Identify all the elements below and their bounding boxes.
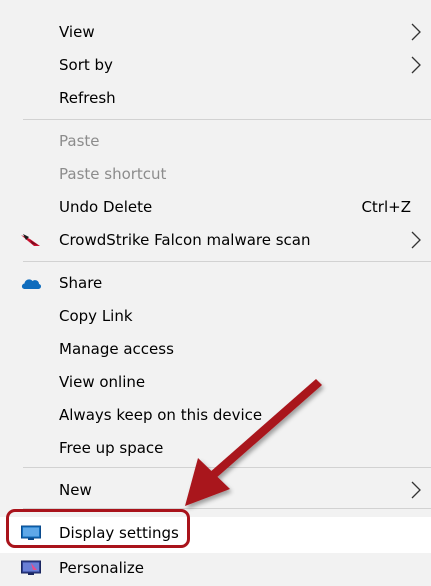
menu-item-label: View online (59, 372, 146, 391)
menu-item-label: Refresh (59, 88, 116, 107)
menu-item-label: Sort by (59, 55, 113, 74)
menu-item-undo-delete[interactable]: Undo Delete Ctrl+Z (0, 190, 431, 223)
chevron-right-icon (411, 481, 421, 498)
menu-item-view-online[interactable]: View online (0, 365, 431, 398)
menu-item-sort-by[interactable]: Sort by (0, 48, 431, 81)
chevron-right-icon (411, 231, 421, 248)
menu-item-label: Undo Delete (59, 197, 153, 216)
menu-item-refresh[interactable]: Refresh (0, 81, 431, 114)
menu-item-crowdstrike-scan[interactable]: CrowdStrike Falcon malware scan (0, 223, 431, 256)
menu-item-new[interactable]: New (0, 473, 431, 506)
menu-separator (23, 467, 431, 468)
menu-item-paste-shortcut: Paste shortcut (0, 157, 431, 190)
menu-item-paste: Paste (0, 124, 431, 157)
menu-item-personalize[interactable]: Personalize (0, 551, 431, 584)
menu-item-label: Share (59, 273, 103, 292)
menu-item-label: New (59, 480, 92, 499)
chevron-right-icon (411, 23, 421, 40)
menu-item-label: Personalize (59, 558, 145, 577)
menu-item-label: Always keep on this device (59, 405, 263, 424)
menu-item-label: CrowdStrike Falcon malware scan (59, 230, 311, 249)
chevron-right-icon (411, 56, 421, 73)
menu-item-copy-link[interactable]: Copy Link (0, 299, 431, 332)
menu-item-label: Paste (59, 131, 100, 150)
menu-item-label: View (59, 22, 95, 41)
menu-separator (23, 119, 431, 120)
menu-item-label: Copy Link (59, 306, 133, 325)
menu-item-share[interactable]: Share (0, 266, 431, 299)
menu-item-always-keep[interactable]: Always keep on this device (0, 398, 431, 431)
menu-separator (23, 261, 431, 262)
menu-item-label: Manage access (59, 339, 174, 358)
context-menu: View Sort by Refresh Paste Paste shortcu… (0, 0, 431, 586)
menu-item-view[interactable]: View (0, 15, 431, 48)
menu-item-label: Paste shortcut (59, 164, 167, 183)
onedrive-cloud-icon (21, 278, 42, 289)
falcon-icon (21, 233, 40, 246)
menu-item-manage-access[interactable]: Manage access (0, 332, 431, 365)
menu-item-free-up-space[interactable]: Free up space (0, 431, 431, 464)
personalize-icon (21, 560, 41, 575)
menu-item-shortcut: Ctrl+Z (361, 197, 411, 216)
menu-item-label: Free up space (59, 438, 164, 457)
annotation-highlight-box (6, 509, 190, 548)
